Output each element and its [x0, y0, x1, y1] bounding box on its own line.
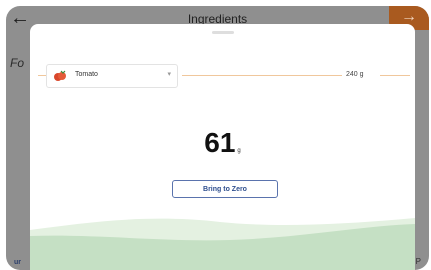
target-line-left — [38, 75, 46, 76]
ingredient-select[interactable]: Tomato ▾ — [46, 64, 178, 88]
decorative-waves — [30, 218, 415, 270]
app-screen: ← Ingredients → Fo ur P Tomato ▾ 240 g 6… — [6, 6, 429, 270]
chevron-down-icon: ▾ — [167, 71, 171, 78]
tomato-icon — [54, 70, 66, 81]
target-line-end — [380, 75, 410, 76]
background-partial-text: Fo — [10, 56, 25, 70]
weight-unit: g — [237, 148, 241, 154]
background-footer-left: ur — [14, 259, 21, 266]
scale-bottom-sheet: Tomato ▾ 240 g 61 g Bring to Zero — [30, 24, 415, 270]
sheet-drag-handle[interactable] — [212, 31, 234, 34]
background-footer-right: P — [415, 257, 421, 266]
weight-reading: 61 g — [30, 127, 415, 159]
bring-to-zero-button[interactable]: Bring to Zero — [172, 180, 278, 198]
weight-value: 61 — [204, 127, 236, 158]
target-line — [182, 75, 342, 76]
target-weight: 240 g — [346, 71, 364, 78]
arrow-right-icon: → — [401, 8, 417, 25]
selected-ingredient: Tomato — [75, 71, 98, 78]
